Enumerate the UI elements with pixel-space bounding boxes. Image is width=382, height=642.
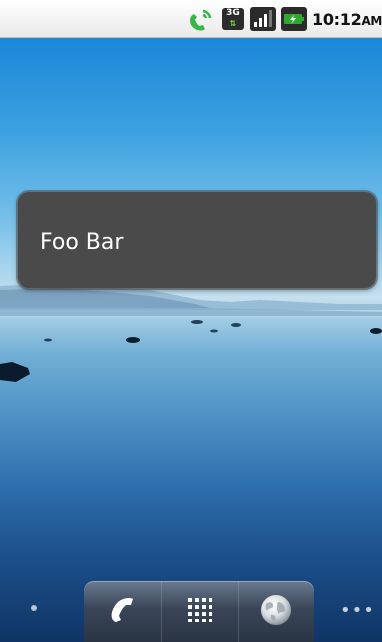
toast-message: Foo Bar xyxy=(18,192,376,288)
wallpaper xyxy=(0,38,382,642)
dock xyxy=(84,581,314,642)
battery-charging-icon xyxy=(281,7,307,31)
home-screen: 3G ⇅ 10:12AM Foo Bar ••• xyxy=(0,0,382,642)
3g-data-icon: 3G ⇅ xyxy=(222,8,244,30)
browser-button[interactable] xyxy=(238,581,314,642)
clock-time: 10:12 xyxy=(312,10,362,29)
call-in-progress-icon xyxy=(188,7,214,33)
toast-text: Foo Bar xyxy=(40,230,124,255)
clock-ampm: AM xyxy=(361,14,382,28)
app-grid-icon xyxy=(187,597,213,627)
status-clock: 10:12AM xyxy=(312,10,382,29)
phone-icon xyxy=(106,594,138,630)
signal-strength-icon xyxy=(250,7,276,31)
page-indicator-right[interactable]: ••• xyxy=(340,600,375,621)
phone-button[interactable] xyxy=(84,581,160,642)
status-bar: 3G ⇅ 10:12AM xyxy=(0,0,382,38)
app-drawer-button[interactable] xyxy=(161,581,239,642)
network-type-label: 3G xyxy=(226,8,240,18)
globe-icon xyxy=(259,593,293,631)
page-indicator-left[interactable] xyxy=(31,605,37,611)
